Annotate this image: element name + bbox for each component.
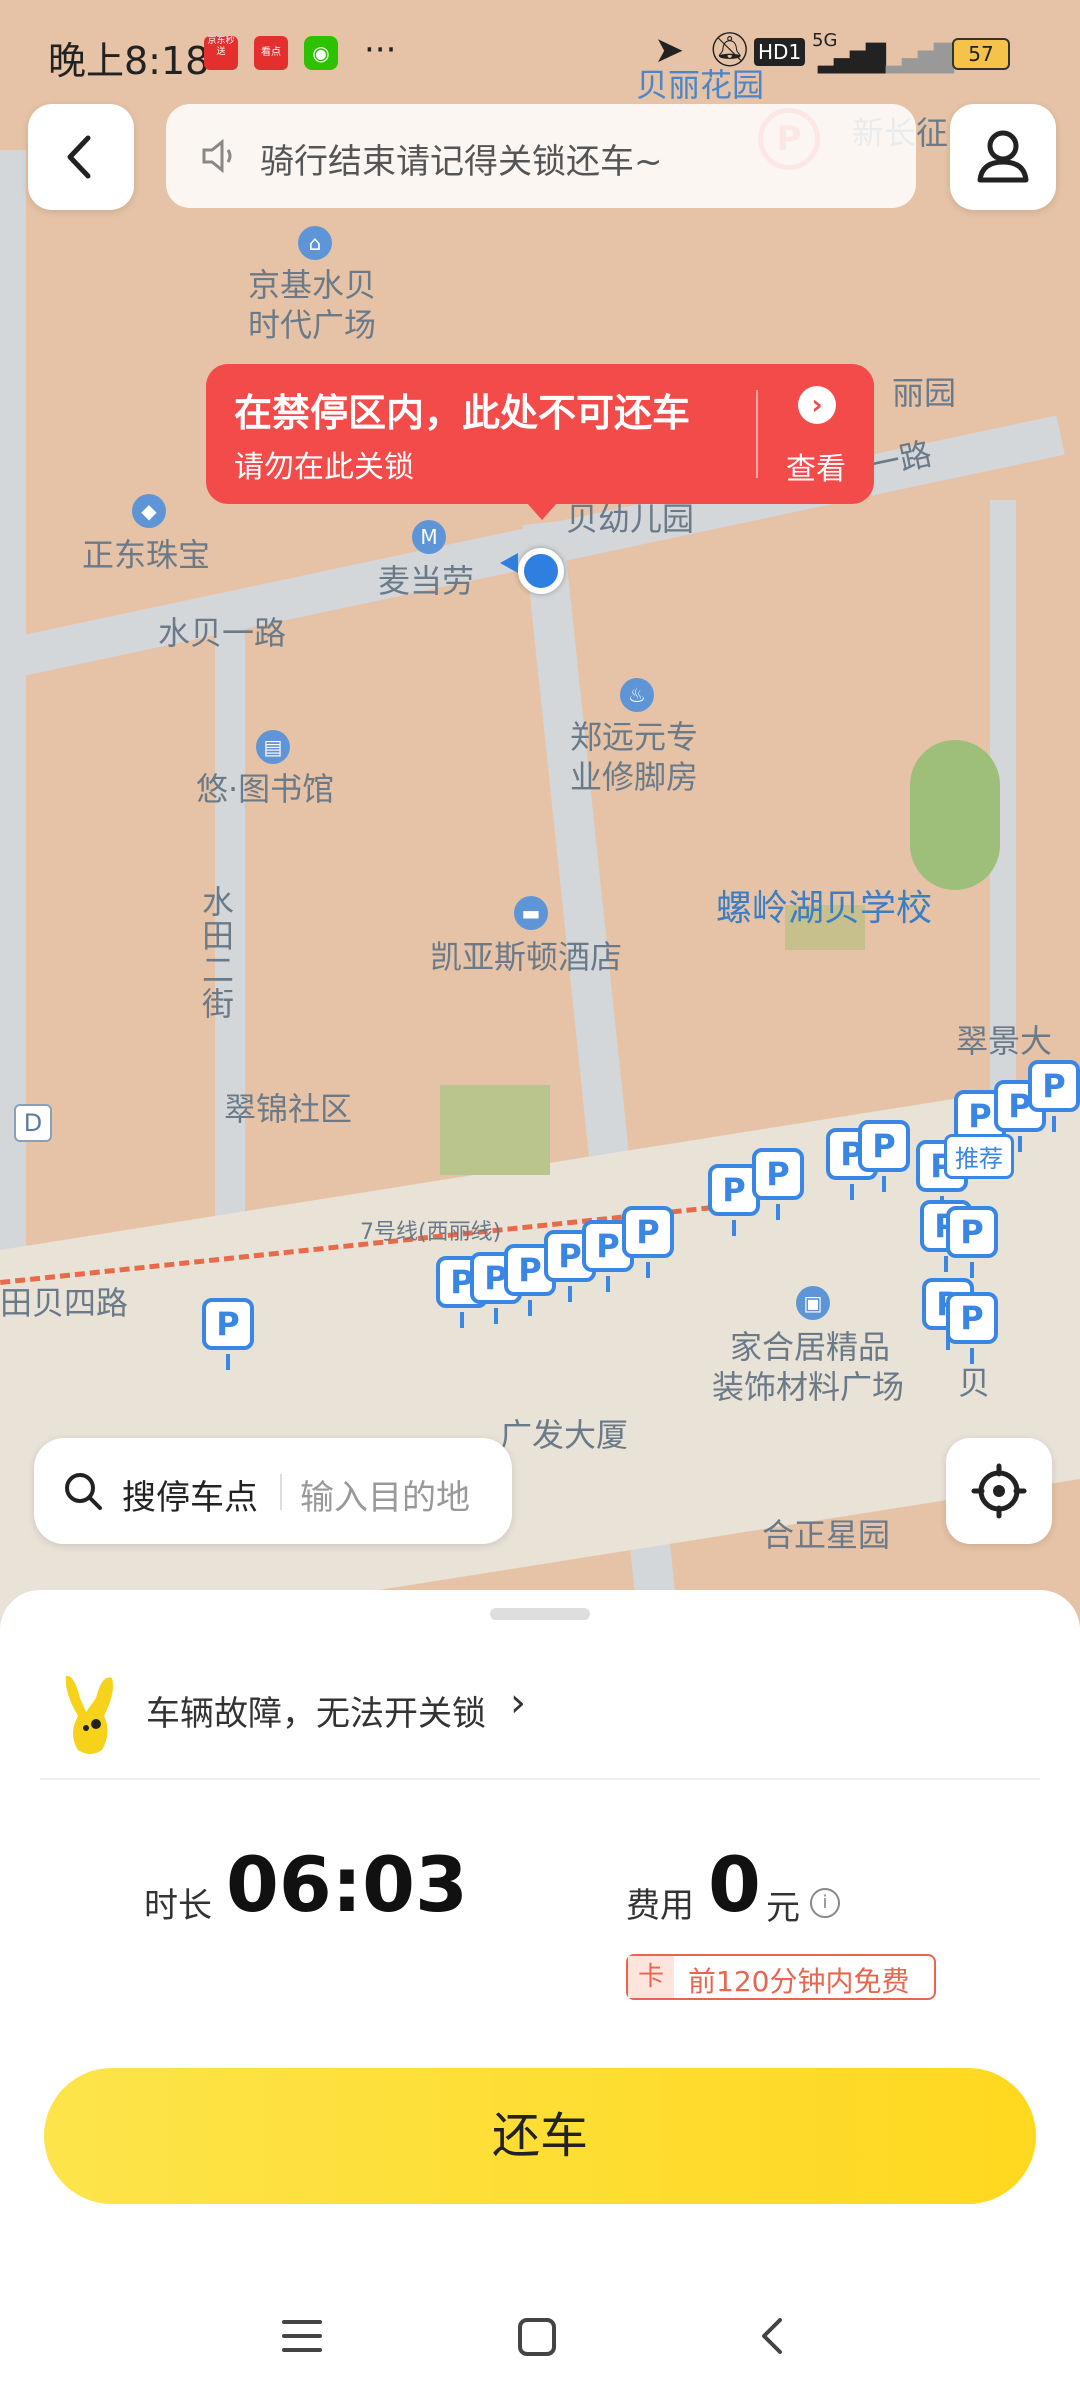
menu-icon[interactable]: [280, 2316, 324, 2356]
speaker-icon: [202, 138, 232, 174]
heading-arrow-icon: [500, 553, 518, 573]
back-button[interactable]: [28, 104, 134, 210]
map-label: 贝幼儿园: [566, 500, 695, 538]
status-time: 晚上8:18: [48, 39, 210, 83]
return-bike-button[interactable]: 还车: [44, 2068, 1036, 2204]
fee-value: 0: [708, 1840, 761, 1929]
search-parking-label[interactable]: 搜停车点: [122, 1470, 258, 1519]
no-parking-callout[interactable]: 在禁停区内，此处不可还车 请勿在此关锁 › 查看: [206, 364, 874, 520]
chevron-left-icon: [67, 135, 91, 179]
info-icon[interactable]: i: [810, 1888, 840, 1918]
map-label: 水田二街: [202, 883, 235, 1023]
map-label: 家合居精品: [730, 1328, 891, 1366]
d-marker: D: [14, 1104, 52, 1142]
wechat-icon: ◉: [304, 36, 338, 70]
parking-marker[interactable]: P: [622, 1206, 674, 1278]
mute-bell-icon: 🔕︎: [708, 30, 752, 70]
ride-sheet: 车辆故障，无法开关锁 › 时长 06:03 费用 0 元 i 卡 前120分钟内…: [0, 1590, 1080, 2400]
map-label: 凯亚斯顿酒店: [430, 938, 623, 976]
notice-text: 骑行结束请记得关锁还车~: [260, 142, 663, 182]
map-view[interactable]: 贝丽花园 新长征 京基水贝 时代广场 丽园 贝一路 贝幼儿园 正东珠宝 麦当劳 …: [0, 0, 1080, 1640]
map-label: 7号线(西丽线): [360, 1220, 502, 1245]
map-label: 业修脚房: [570, 758, 699, 796]
map-label: 装饰材料广场: [712, 1368, 905, 1406]
notice-bar: 骑行结束请记得关锁还车~: [166, 104, 916, 208]
divider: [40, 1778, 1040, 1780]
parking-marker[interactable]: P: [752, 1148, 804, 1220]
map-label: 麦当劳: [378, 562, 475, 600]
callout-title: 在禁停区内，此处不可还车: [234, 391, 691, 435]
mascot-icon: [65, 1675, 113, 1754]
more-notifications: ···: [364, 30, 397, 70]
map-label: 田贝四路: [0, 1284, 129, 1322]
free-card-tag: 卡 前120分钟内免费: [626, 1954, 936, 2000]
map-label: 贝: [958, 1364, 991, 1402]
map-label: 翠锦社区: [224, 1090, 353, 1128]
sports-field: [910, 740, 1000, 890]
status-bar: 晚上8:18 京东秒送 看点 ◉ ··· ➤ 🔕︎ HD1 5G ▂▄▆█ ▂▄…: [0, 0, 1080, 104]
callout-view-link[interactable]: 查看: [786, 444, 846, 488]
card-tag-text: 前120分钟内免费: [688, 1965, 910, 1998]
map-label: 悠·图书馆: [196, 770, 335, 808]
battery-indicator: 57: [952, 38, 1010, 70]
parking-marker[interactable]: P: [946, 1292, 998, 1364]
fee-unit: 元: [766, 1888, 800, 1928]
chevron-right-icon: ›: [510, 1680, 526, 1726]
mcdonalds-icon: M: [412, 520, 446, 554]
search-icon: [65, 1473, 102, 1510]
location-arrow-icon: ➤: [654, 30, 685, 71]
profile-button[interactable]: [950, 104, 1056, 210]
map-label: 正东珠宝: [82, 536, 211, 574]
map-label: 丽园: [892, 374, 957, 412]
home-icon[interactable]: [516, 2316, 558, 2358]
signal-icon: ▂▄▆█: [818, 44, 886, 74]
destination-input[interactable]: 输入目的地: [300, 1470, 470, 1519]
map-label: 翠景大: [956, 1022, 1053, 1060]
recommend-badge: 推荐: [944, 1134, 1014, 1179]
fee-label: 费用: [626, 1886, 694, 1926]
fault-link[interactable]: 车辆故障，无法开关锁: [146, 1686, 486, 1735]
app-badge-kandian: 看点: [254, 36, 288, 70]
parking-marker[interactable]: P: [1028, 1060, 1080, 1132]
jewelry-icon: ◆: [132, 494, 166, 528]
map-label: 广发大厦: [500, 1416, 629, 1454]
parking-marker[interactable]: P: [858, 1120, 910, 1192]
duration-value: 06:03: [226, 1840, 468, 1929]
parking-marker[interactable]: P: [946, 1206, 998, 1278]
hd-indicator: HD1: [754, 38, 806, 66]
chevron-right-circle-icon: ›: [798, 386, 836, 424]
back-nav-icon[interactable]: [752, 2314, 792, 2358]
map-label: 京基水贝: [248, 266, 377, 304]
road: [0, 150, 26, 1250]
parking-marker[interactable]: P: [202, 1298, 254, 1370]
foot-spa-icon: ♨: [620, 678, 654, 712]
market-icon: ▣: [796, 1286, 830, 1320]
hotel-icon: ▬: [514, 896, 548, 930]
callout-subtitle: 请勿在此关锁: [234, 450, 414, 485]
locate-icon: [971, 1463, 1027, 1519]
app-badge-jd: 京东秒送: [204, 36, 238, 70]
library-icon: ▤: [256, 730, 290, 764]
map-label: 螺岭湖贝学校: [716, 888, 933, 929]
shop-icon: ⌂: [298, 226, 332, 260]
sheet-handle[interactable]: [490, 1608, 590, 1620]
map-label: 水贝一路: [158, 614, 287, 652]
locate-button[interactable]: [946, 1438, 1052, 1544]
search-bar[interactable]: 搜停车点 输入目的地: [34, 1438, 512, 1544]
user-location-marker: [518, 548, 564, 594]
duration-label: 时长: [144, 1886, 212, 1926]
divider: [280, 1474, 282, 1510]
map-label: 郑远元专: [570, 718, 699, 756]
divider: [756, 390, 758, 478]
map-label: 时代广场: [248, 306, 377, 344]
card-tag-label: 卡: [628, 1956, 674, 1998]
court: [440, 1085, 550, 1175]
user-icon: [977, 130, 1029, 183]
signal-icon-2: ▂▄▆█: [886, 44, 954, 74]
map-label: 合正星园: [762, 1516, 891, 1554]
